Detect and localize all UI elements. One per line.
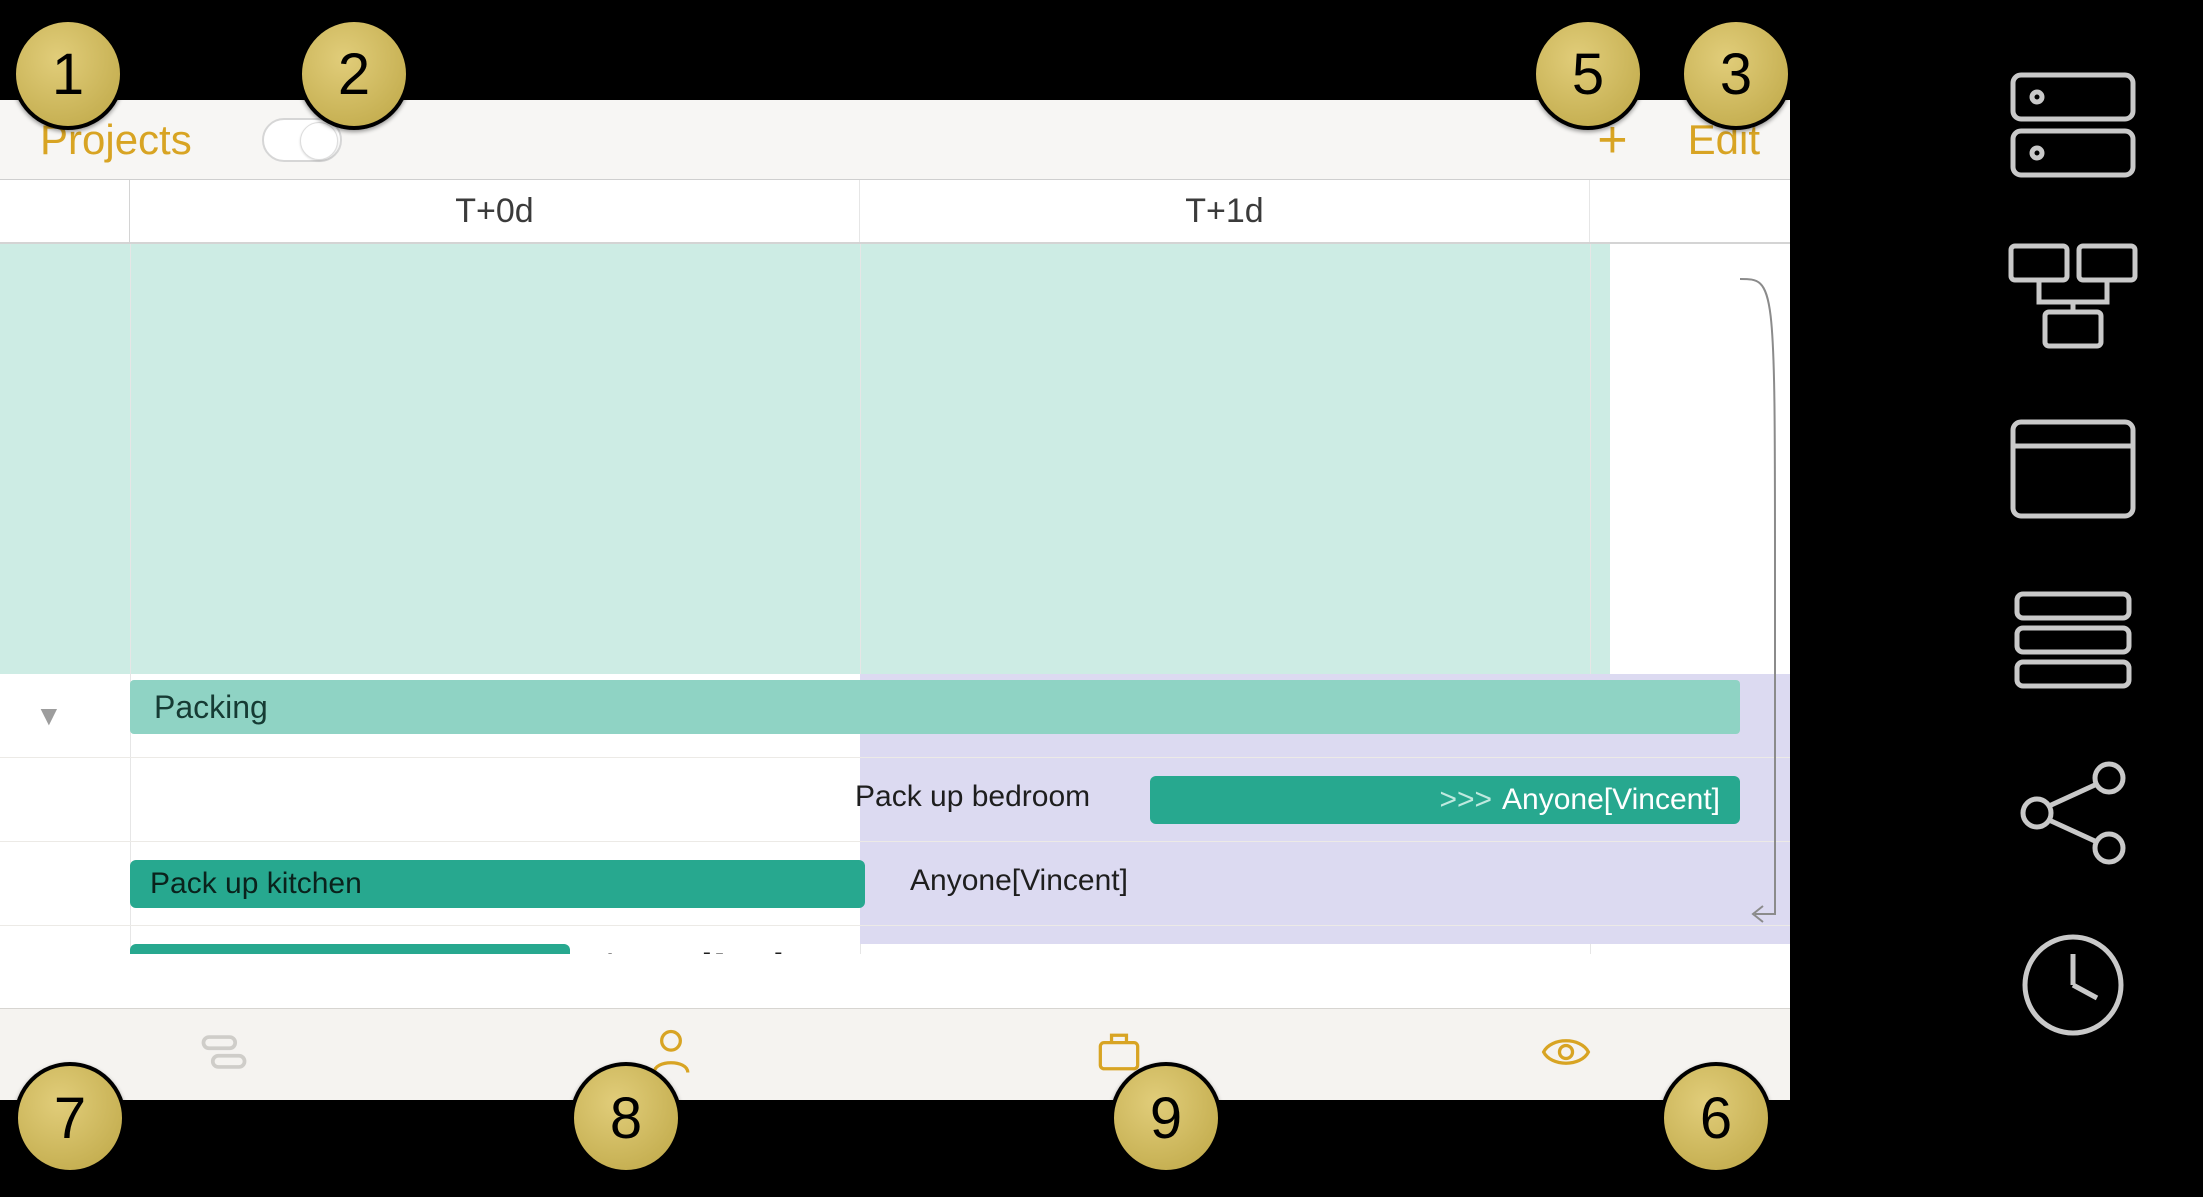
- annotation-badge-8: 8: [570, 1062, 682, 1174]
- annotation-badge-5: 5: [1532, 18, 1644, 130]
- share-icon: [1993, 748, 2153, 878]
- task-label: Pack up kitchen: [150, 867, 362, 901]
- task-bar-bedroom[interactable]: >>> Anyone[Vincent]: [1150, 776, 1740, 824]
- task-row-living[interactable]: Pack up living room Anyone[Jane]: [0, 926, 1790, 954]
- annotation-badge-9: 9: [1110, 1062, 1222, 1174]
- day-column-0: T+0d: [130, 180, 860, 242]
- annotation-badge-3: 3: [1680, 18, 1792, 130]
- server-icon: [1993, 60, 2153, 190]
- annotation-badge-2: 2: [298, 18, 410, 130]
- group-bar-packing[interactable]: Packing: [130, 680, 1740, 734]
- group-label: Packing: [154, 689, 268, 726]
- task-assignee: Anyone[Jane]: [600, 948, 783, 954]
- task-assignee: Anyone[Vincent]: [1502, 783, 1720, 817]
- view-button[interactable]: [1538, 1024, 1594, 1085]
- navbar: Projects + Edit: [0, 100, 1790, 180]
- timeline-header: T+0d T+1d: [0, 180, 1790, 244]
- milestone-marker-icon: >>>: [1439, 783, 1492, 817]
- window-icon: [1993, 404, 2153, 534]
- folder-tree-icon: [1993, 232, 2153, 362]
- day-column-2: [1590, 180, 1790, 242]
- day-column-1: T+1d: [860, 180, 1590, 242]
- app-frame: Projects + Edit T+0d T+1d ▼ Packing Pack…: [0, 100, 1790, 1100]
- dependency-arrow: [1735, 274, 1790, 934]
- annotation-badge-1: 1: [12, 18, 124, 130]
- task-bar-kitchen[interactable]: Pack up kitchen: [130, 860, 865, 908]
- task-row-bedroom[interactable]: Pack up bedroom >>> Anyone[Vincent]: [0, 758, 1790, 842]
- packing-group-bg: [0, 244, 1610, 674]
- task-label: Pack up living room: [150, 951, 412, 954]
- annotation-badge-7: 7: [14, 1062, 126, 1174]
- clock-icon: [1993, 920, 2153, 1050]
- annotation-badge-6: 6: [1660, 1062, 1772, 1174]
- task-label: Pack up bedroom: [855, 780, 1090, 814]
- task-row-kitchen[interactable]: Pack up kitchen Anyone[Vincent]: [0, 842, 1790, 926]
- side-icon-strip: [1963, 60, 2183, 1050]
- task-bar-living[interactable]: Pack up living room: [130, 944, 570, 954]
- header-gutter: [0, 180, 130, 242]
- task-assignee: Anyone[Vincent]: [910, 864, 1128, 898]
- bottom-toolbar: [0, 1008, 1790, 1100]
- filter-button[interactable]: [196, 1024, 252, 1085]
- gantt-chart[interactable]: ▼ Packing Pack up bedroom >>> Anyone[Vin…: [0, 244, 1790, 954]
- stack-icon: [1993, 576, 2153, 706]
- group-row-packing[interactable]: ▼ Packing: [0, 674, 1790, 758]
- disclosure-icon[interactable]: ▼: [35, 700, 63, 732]
